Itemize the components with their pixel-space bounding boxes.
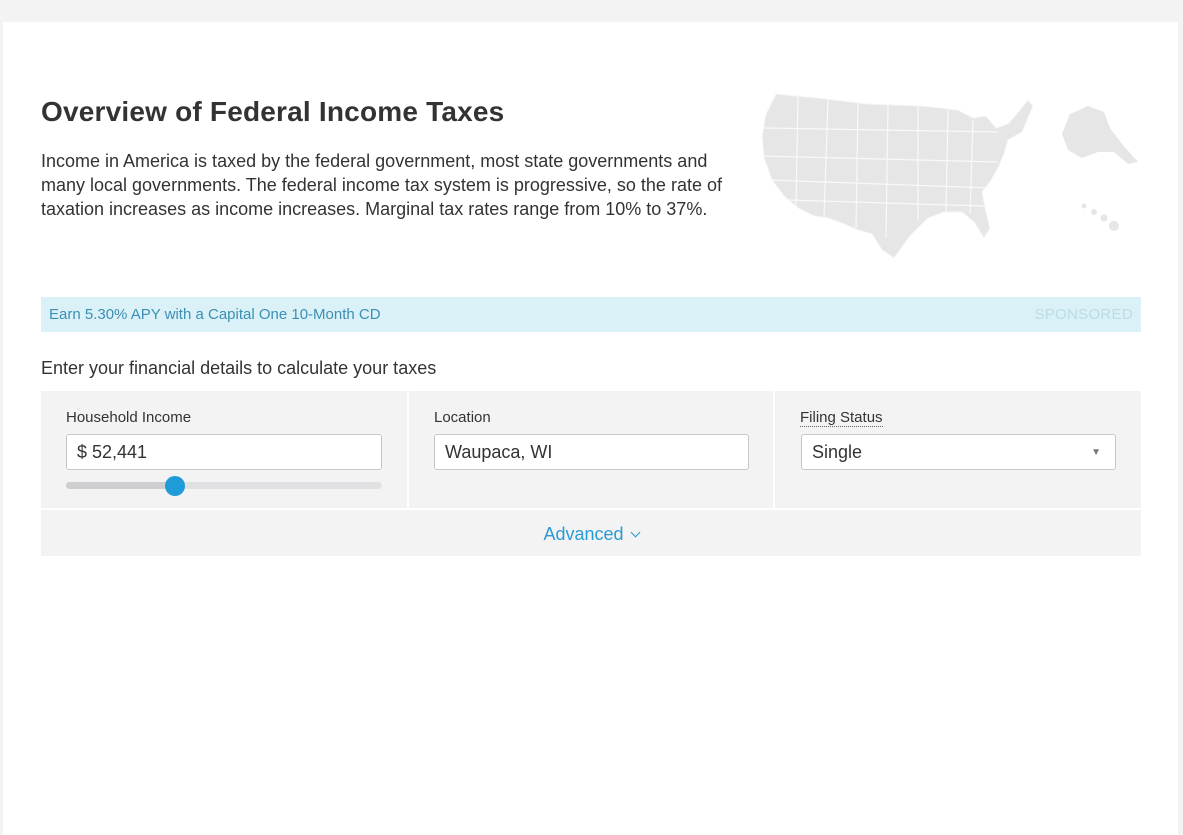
main-card: Overview of Federal Income Taxes Income … [3,22,1178,835]
caret-down-icon: ▼ [1091,447,1101,458]
page-title: Overview of Federal Income Taxes [41,96,505,127]
hawaii-island [1100,214,1108,222]
income-slider-fill [66,482,176,489]
filing-status-select[interactable]: Single ▼ [801,434,1116,470]
sponsored-tag: SPONSORED [1034,306,1133,323]
us-map-icon [761,93,1138,259]
income-input[interactable]: $ 52,441 [66,434,382,470]
intro-paragraph: Income in America is taxed by the federa… [41,151,722,219]
filing-section: Filing Status Single ▼ [775,391,1141,508]
chevron-down-icon [630,527,640,538]
advanced-label: Advanced [543,524,624,544]
hawaii-island [1081,203,1087,209]
contiguous-us-shape [761,93,1034,259]
location-input[interactable]: Waupaca, WI [434,434,749,470]
calculator-panel: Household Income $ 52,441 Location Waupa… [41,391,1141,556]
sponsored-banner: Earn 5.30% APY with a Capital One 10-Mon… [41,297,1141,332]
advanced-toggle[interactable]: Advanced [41,510,1141,556]
income-slider[interactable] [66,476,382,496]
income-slider-thumb[interactable] [165,476,186,496]
hawaii-island [1091,209,1097,215]
hawaii-island [1109,221,1119,231]
income-section: Household Income $ 52,441 [41,391,407,508]
sponsored-link[interactable]: Earn 5.30% APY with a Capital One 10-Mon… [49,306,381,323]
filing-status-value: Single [812,442,863,462]
location-section: Location Waupaca, WI [409,391,773,508]
location-label: Location [434,409,491,426]
calculator-prompt: Enter your financial details to calculat… [41,358,437,378]
filing-status-label[interactable]: Filing Status [800,409,883,427]
alaska-shape [1062,106,1138,164]
income-label: Household Income [66,409,192,426]
